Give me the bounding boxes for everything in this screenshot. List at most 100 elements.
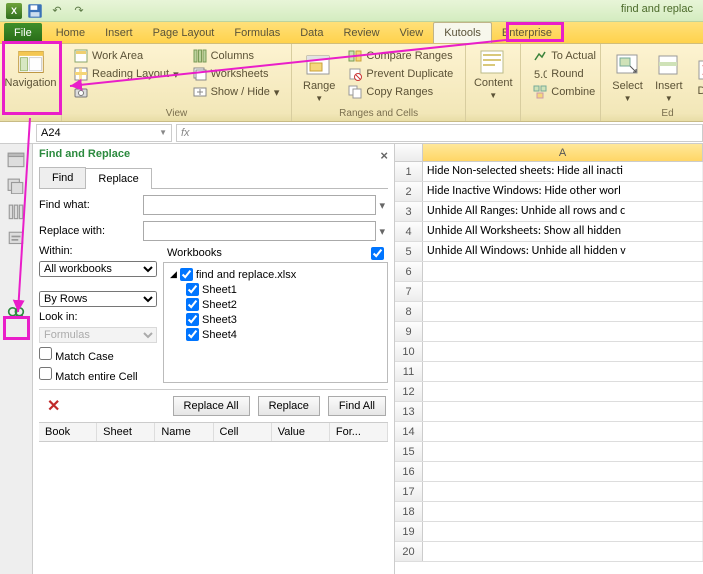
cell[interactable] [423, 382, 703, 401]
replace-with-input[interactable] [143, 221, 376, 241]
row-header[interactable]: 8 [395, 302, 423, 321]
cell[interactable] [423, 302, 703, 321]
row-header[interactable]: 2 [395, 182, 423, 201]
excel-app-icon[interactable]: X [6, 3, 22, 19]
cell[interactable]: Unhide All Worksheets: Show all hidden [423, 222, 703, 241]
cell[interactable] [423, 462, 703, 481]
row-header[interactable]: 10 [395, 342, 423, 361]
to-actual-button[interactable]: To Actual [530, 48, 591, 64]
cell[interactable] [423, 362, 703, 381]
cell[interactable]: Unhide All Windows: Unhide all hidden v [423, 242, 703, 261]
tree-sheet[interactable]: Sheet3 [170, 312, 381, 327]
tab-find[interactable]: Find [39, 167, 86, 188]
search-select[interactable]: By Rows [39, 291, 157, 307]
tab-file[interactable]: File [4, 23, 42, 43]
row-header[interactable]: 14 [395, 422, 423, 441]
select-all-corner[interactable] [395, 144, 423, 161]
sidebar-find-replace-icon[interactable] [7, 306, 25, 322]
cell[interactable] [423, 542, 703, 561]
cell[interactable] [423, 442, 703, 461]
sidebar-columns-icon[interactable] [7, 204, 25, 220]
tab-home[interactable]: Home [46, 23, 95, 43]
columns-button[interactable]: Columns [190, 48, 283, 64]
cell[interactable] [423, 262, 703, 281]
range-button[interactable]: Range▼ [297, 46, 341, 108]
cell[interactable] [423, 502, 703, 521]
cell[interactable]: Unhide All Ranges: Unhide all rows and c [423, 202, 703, 221]
cell[interactable] [423, 322, 703, 341]
work-area-button[interactable]: Work Area [71, 48, 182, 64]
content-button[interactable]: Content▼ [471, 46, 515, 103]
row-header[interactable]: 20 [395, 542, 423, 561]
workbooks-all-checkbox[interactable] [371, 247, 384, 260]
reading-layout-button[interactable]: Reading Layout ▾ [71, 66, 182, 82]
combine-button[interactable]: Combine [530, 84, 591, 100]
sidebar-sheets-icon[interactable] [7, 178, 25, 194]
row-header[interactable]: 3 [395, 202, 423, 221]
match-entire-checkbox[interactable]: Match entire Cell [39, 367, 157, 383]
select-button[interactable]: Select▼ [606, 46, 649, 108]
navigation-button[interactable]: Navigation [5, 46, 56, 92]
formula-input[interactable]: fx [176, 124, 703, 142]
tab-view[interactable]: View [390, 23, 434, 43]
column-header-a[interactable]: A [423, 144, 703, 161]
sidebar-workbook-icon[interactable] [7, 152, 25, 168]
cell[interactable] [423, 402, 703, 421]
row-header[interactable]: 17 [395, 482, 423, 501]
tree-sheet[interactable]: Sheet1 [170, 282, 381, 297]
cell[interactable] [423, 282, 703, 301]
row-header[interactable]: 9 [395, 322, 423, 341]
name-box[interactable]: A24▼ [36, 124, 172, 142]
within-select[interactable]: All workbooks [39, 261, 157, 277]
tab-formulas[interactable]: Formulas [224, 23, 290, 43]
row-header[interactable]: 13 [395, 402, 423, 421]
row-header[interactable]: 5 [395, 242, 423, 261]
row-header[interactable]: 12 [395, 382, 423, 401]
cell[interactable] [423, 482, 703, 501]
row-header[interactable]: 7 [395, 282, 423, 301]
row-header[interactable]: 18 [395, 502, 423, 521]
tab-enterprise[interactable]: Enterprise [492, 23, 562, 43]
tab-insert[interactable]: Insert [95, 23, 143, 43]
cell[interactable]: Hide Inactive Windows: Hide other worl [423, 182, 703, 201]
undo-icon[interactable]: ↶ [48, 2, 66, 20]
workbooks-tree[interactable]: ◢find and replace.xlsx Sheet1 Sheet2 She… [163, 262, 388, 383]
find-what-input[interactable] [143, 195, 376, 215]
tab-replace[interactable]: Replace [85, 168, 151, 189]
tree-sheet[interactable]: Sheet4 [170, 327, 381, 342]
row-header[interactable]: 6 [395, 262, 423, 281]
prevent-duplicate-button[interactable]: Prevent Duplicate [345, 66, 456, 82]
row-header[interactable]: 15 [395, 442, 423, 461]
row-header[interactable]: 19 [395, 522, 423, 541]
replace-all-button[interactable]: Replace All [173, 396, 250, 416]
cell[interactable] [423, 522, 703, 541]
compare-ranges-button[interactable]: Compare Ranges [345, 48, 456, 64]
round-button[interactable]: 5.0Round [530, 66, 591, 82]
redo-icon[interactable]: ↷ [70, 2, 88, 20]
tab-review[interactable]: Review [333, 23, 389, 43]
snap-button[interactable] [71, 84, 182, 100]
sidebar-names-icon[interactable] [7, 230, 25, 246]
worksheets-button[interactable]: Worksheets [190, 66, 283, 82]
find-all-button[interactable]: Find All [328, 396, 386, 416]
cell[interactable] [423, 342, 703, 361]
tab-data[interactable]: Data [290, 23, 333, 43]
delete-results-button[interactable]: ✕ [41, 396, 66, 416]
save-icon[interactable] [26, 2, 44, 20]
row-header[interactable]: 4 [395, 222, 423, 241]
tab-kutools[interactable]: Kutools [433, 22, 492, 43]
row-header[interactable]: 1 [395, 162, 423, 181]
delete-button[interactable]: Dele [689, 46, 703, 108]
cell[interactable] [423, 422, 703, 441]
tree-sheet[interactable]: Sheet2 [170, 297, 381, 312]
insert-button[interactable]: Insert▼ [649, 46, 689, 108]
tab-page-layout[interactable]: Page Layout [143, 23, 225, 43]
match-case-checkbox[interactable]: Match Case [39, 347, 157, 363]
row-header[interactable]: 16 [395, 462, 423, 481]
tree-root[interactable]: ◢find and replace.xlsx [170, 267, 381, 282]
cell[interactable]: Hide Non-selected sheets: Hide all inact… [423, 162, 703, 181]
close-icon[interactable]: × [380, 148, 388, 163]
copy-ranges-button[interactable]: Copy Ranges [345, 84, 456, 100]
show-hide-button[interactable]: Show / Hide ▾ [190, 84, 283, 100]
row-header[interactable]: 11 [395, 362, 423, 381]
